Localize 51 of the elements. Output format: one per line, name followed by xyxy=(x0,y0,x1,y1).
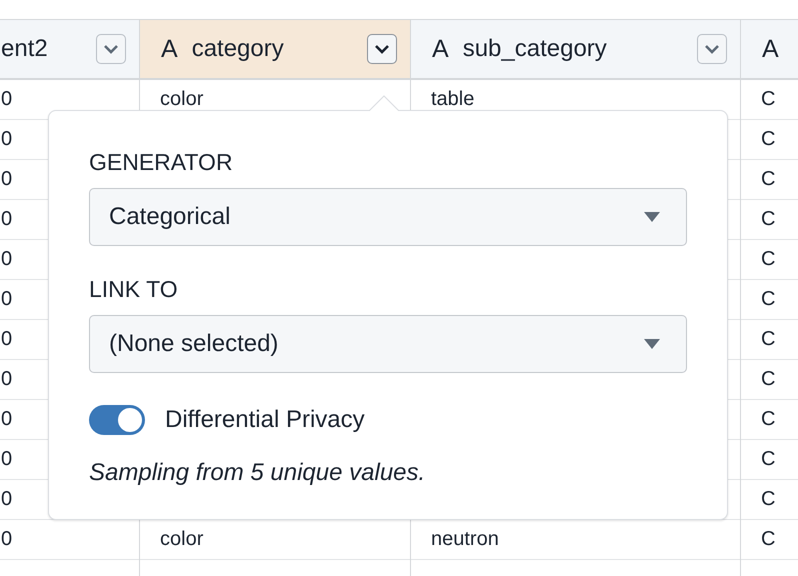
table-cell: 0 xyxy=(1,488,12,511)
table-cell: 0 xyxy=(1,448,12,471)
column-header[interactable]: A xyxy=(740,20,798,78)
text-type-icon: A xyxy=(762,34,779,64)
toggle-switch[interactable] xyxy=(89,405,145,435)
toggle-label: Differential Privacy xyxy=(165,406,365,434)
table-cell: color xyxy=(160,88,204,111)
table-cell: C xyxy=(761,88,776,111)
table-cell: C xyxy=(761,368,776,391)
table-cell: 0 xyxy=(1,88,12,111)
table-cell: C xyxy=(761,528,776,551)
table-cell: 0 xyxy=(1,368,12,391)
table-cell: neutron xyxy=(431,528,499,551)
column-title: ent2 xyxy=(1,35,49,63)
column-menu-button[interactable] xyxy=(367,34,397,64)
link-to-label: LINK TO xyxy=(89,276,179,303)
table-cell: 0 xyxy=(1,128,12,151)
column-title: category xyxy=(192,35,285,63)
table-cell: table xyxy=(431,88,474,111)
table-cell: C xyxy=(761,288,776,311)
column-header[interactable]: A sub_category xyxy=(410,20,740,78)
table-cell: color xyxy=(160,528,204,551)
table-cell: C xyxy=(761,208,776,231)
table-cell: 0 xyxy=(1,528,12,551)
generator-label: GENERATOR xyxy=(89,149,234,176)
generator-dropdown[interactable]: Categorical xyxy=(89,188,687,246)
dropdown-arrow-icon xyxy=(644,212,660,222)
table-cell: 0 xyxy=(1,408,12,431)
table-cell: 0 xyxy=(1,248,12,271)
table-cell: 0 xyxy=(1,208,12,231)
table-cell: 0 xyxy=(1,328,12,351)
column-header[interactable]: ent2 xyxy=(0,20,139,78)
table-cell: C xyxy=(761,168,776,191)
table-cell: 0 xyxy=(1,168,12,191)
chevron-down-icon xyxy=(103,44,119,54)
chevron-down-icon xyxy=(704,44,720,54)
link-to-dropdown[interactable]: (None selected) xyxy=(89,315,687,373)
text-type-icon: A xyxy=(432,34,449,64)
table-cell: C xyxy=(761,248,776,271)
table-cell: C xyxy=(761,488,776,511)
table-cell: 0 xyxy=(1,288,12,311)
dropdown-arrow-icon xyxy=(644,339,660,349)
table-cell: C xyxy=(761,328,776,351)
table-cell: C xyxy=(761,448,776,471)
chevron-down-icon xyxy=(374,44,390,54)
table-cell: C xyxy=(761,408,776,431)
table-cell: C xyxy=(761,128,776,151)
column-title: sub_category xyxy=(462,35,608,63)
sampling-note: Sampling from 5 unique values. xyxy=(89,459,426,487)
text-type-icon: A xyxy=(161,34,178,64)
column-header[interactable]: A category xyxy=(139,20,410,78)
